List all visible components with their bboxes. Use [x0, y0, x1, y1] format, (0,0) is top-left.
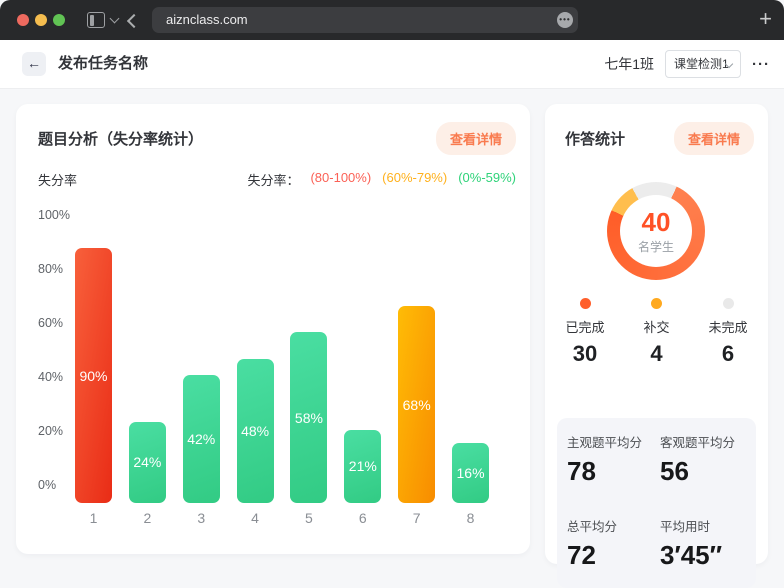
sidebar-toggle-icon[interactable] [87, 12, 105, 28]
y-axis-title: 失分率 [38, 170, 77, 186]
bar-value-label: 16% [457, 465, 485, 481]
legend-item: (60%-79%) [382, 170, 447, 186]
task-select-dropdown[interactable]: 课堂检测1 [665, 50, 741, 78]
donut-chart: 40 名学生 [607, 182, 705, 280]
x-axis-label: 7 [398, 510, 435, 526]
x-axis-label: 1 [75, 510, 112, 526]
x-axis-label: 8 [452, 510, 489, 526]
stat-value: 4 [629, 341, 685, 367]
bar-value-label: 21% [349, 458, 377, 474]
stat-未完成: 未完成 6 [700, 298, 756, 367]
bar-value-label: 42% [187, 431, 215, 447]
answer-stats-card: 作答统计 查看详情 40 名学生 已完成 30 补交 4 未完成 6 主观题平均分 78客观… [545, 104, 768, 564]
url-more-icon[interactable]: ••• [557, 12, 573, 28]
average-cell: 客观题平均分 56 [660, 432, 756, 504]
task-select-value: 课堂检测1 [674, 57, 729, 71]
answer-detail-button[interactable]: 查看详情 [674, 122, 754, 155]
bar-question-5: 58% [290, 332, 327, 503]
x-axis-label: 5 [290, 510, 327, 526]
average-value: 78 [567, 456, 660, 487]
stat-label: 未完成 [700, 317, 756, 336]
average-label: 主观题平均分 [567, 432, 660, 451]
bar-value-label: 90% [79, 368, 107, 384]
chart-legend-row: 失分率 失分率： (80-100%) (60%-79%) (0%-59%) [38, 170, 516, 186]
question-detail-button[interactable]: 查看详情 [436, 122, 516, 155]
bar-question-3: 42% [183, 375, 220, 503]
stat-dot-icon [651, 298, 662, 309]
browser-chrome: aiznclass.com ••• + [0, 0, 784, 40]
x-axis-label: 6 [344, 510, 381, 526]
y-axis-tick: 100% [38, 206, 82, 224]
x-axis-label: 3 [183, 510, 220, 526]
average-value: 72 [567, 540, 660, 571]
back-chevron-icon[interactable] [127, 14, 141, 28]
x-axis-label: 4 [237, 510, 274, 526]
page-header: ← 发布任务名称 七年1班 课堂检测1 ··· [0, 40, 784, 88]
question-card-title: 题目分析（失分率统计） [38, 128, 203, 149]
average-label: 总平均分 [567, 516, 660, 535]
stat-已完成: 已完成 30 [557, 298, 613, 367]
legend-items: 失分率： (80-100%) (60%-79%) (0%-59%) [247, 170, 516, 186]
bar-value-label: 24% [133, 454, 161, 470]
header-right-group: 七年1班 课堂检测1 ··· [604, 40, 770, 88]
average-label: 客观题平均分 [660, 432, 756, 451]
class-name-label: 七年1班 [604, 54, 654, 74]
completion-stats-row: 已完成 30 补交 4 未完成 6 [557, 298, 756, 367]
question-analysis-card: 题目分析（失分率统计） 查看详情 失分率 失分率： (80-100%) (60%-… [16, 104, 530, 554]
stat-label: 补交 [629, 317, 685, 336]
student-count-value: 40 [642, 208, 671, 236]
legend-item: (80-100%) [310, 170, 371, 186]
average-value: 3′45″ [660, 540, 756, 571]
student-count-label: 名学生 [638, 238, 674, 255]
answer-card-title: 作答统计 [565, 128, 625, 149]
average-cell: 主观题平均分 78 [567, 432, 660, 504]
legend-item: (0%-59%) [458, 170, 516, 186]
chevron-down-icon[interactable] [110, 14, 120, 24]
stat-补交: 补交 4 [629, 298, 685, 367]
url-bar[interactable]: aiznclass.com ••• [152, 7, 578, 33]
bar-value-label: 48% [241, 423, 269, 439]
donut-center: 40 名学生 [620, 195, 692, 267]
bar-question-1: 90% [75, 248, 112, 503]
bar-value-label: 68% [403, 397, 431, 413]
stat-value: 30 [557, 341, 613, 367]
stat-value: 6 [700, 341, 756, 367]
bar-question-6: 21% [344, 430, 381, 503]
average-value: 56 [660, 456, 756, 487]
bar-question-7: 68% [398, 306, 435, 503]
stat-dot-icon [580, 298, 591, 309]
stat-dot-icon [723, 298, 734, 309]
average-label: 平均用时 [660, 516, 756, 535]
traffic-light-close-button[interactable] [17, 14, 29, 26]
bar-value-label: 58% [295, 410, 323, 426]
back-button[interactable]: ← [22, 52, 46, 76]
average-cell: 总平均分 72 [567, 516, 660, 588]
averages-box: 主观题平均分 78客观题平均分 56 总平均分 72平均用时 3′45″ [557, 418, 756, 588]
bar-question-2: 24% [129, 422, 166, 503]
more-actions-button[interactable]: ··· [752, 56, 770, 73]
legend-title: 失分率： [247, 170, 299, 186]
new-tab-button[interactable]: + [759, 0, 772, 40]
stat-label: 已完成 [557, 317, 613, 336]
bar-question-8: 16% [452, 443, 489, 503]
bar-question-4: 48% [237, 359, 274, 503]
x-axis-label: 2 [129, 510, 166, 526]
page-title: 发布任务名称 [58, 40, 148, 88]
url-text: aiznclass.com [166, 12, 248, 27]
traffic-light-maximize-button[interactable] [53, 14, 65, 26]
traffic-light-minimize-button[interactable] [35, 14, 47, 26]
average-cell: 平均用时 3′45″ [660, 516, 756, 588]
